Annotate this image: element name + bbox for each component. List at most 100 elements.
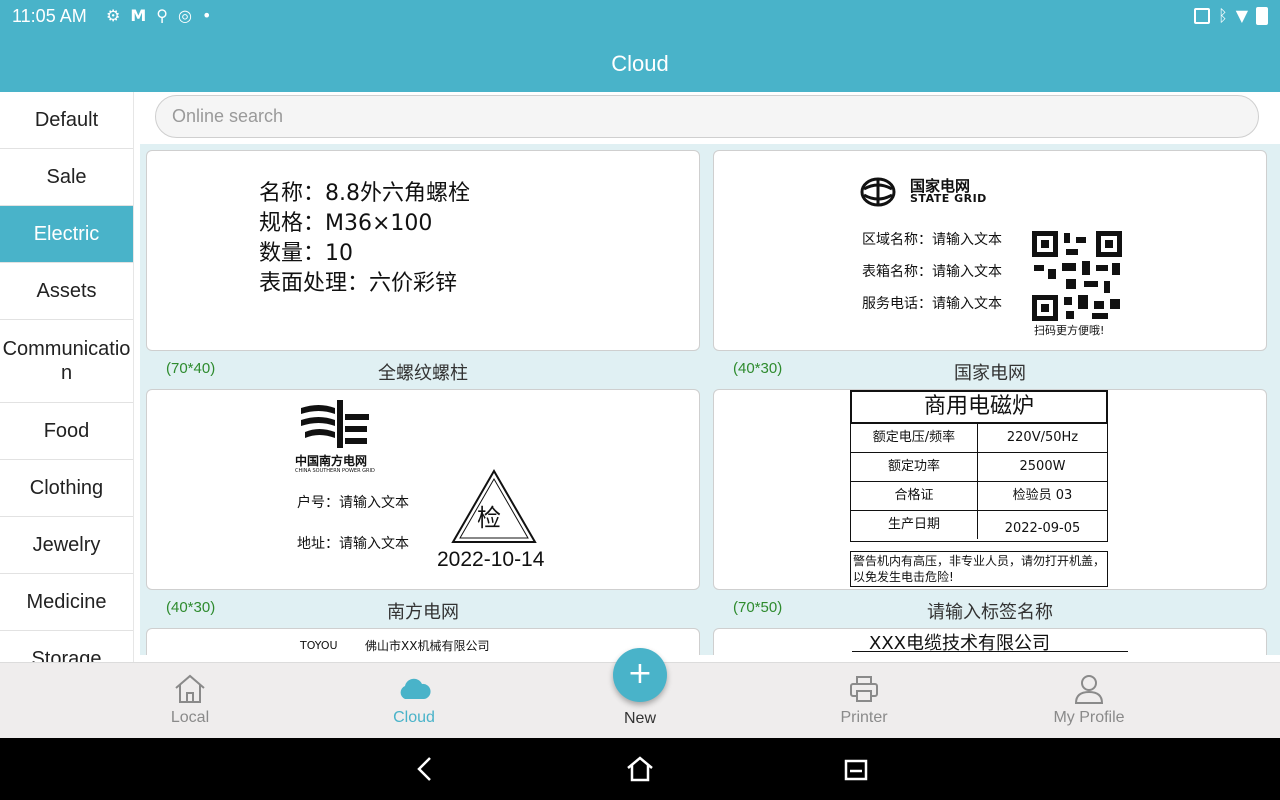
status-bar: 11:05 AM ⚙ M ⚲ ◎ • ᛒ ▼	[0, 0, 1280, 36]
spec-value: 220V/50Hz	[1006, 430, 1079, 445]
new-button[interactable]: +	[613, 648, 667, 702]
label-line: 数量：10	[259, 241, 353, 266]
qr-caption: 扫码更方便哦!	[1034, 324, 1105, 337]
inspection-mark: 检	[477, 504, 501, 532]
template-card-bolt[interactable]: 名称：8.8外六角螺栓 规格：M36×100 数量：10 表面处理：六价彩锌	[146, 150, 700, 351]
spec-row: 生产日期 2022-09-05	[850, 511, 1108, 542]
label-field: 表箱名称：请输入文本	[862, 264, 1002, 280]
spec-key: 额定功率	[851, 453, 978, 481]
settings-icon: ⚙	[106, 6, 121, 25]
tab-label: Cloud	[393, 709, 435, 726]
back-icon[interactable]	[410, 754, 440, 784]
label-line: 规格：M36×100	[259, 211, 433, 236]
label-warning: 警告机内有高压，非专业人员，请勿打开机盖，以免发生电击危险!	[850, 551, 1108, 587]
plus-icon: +	[627, 656, 653, 691]
template-caption: (70*40) 全螺纹螺柱	[146, 352, 700, 388]
spec-row: 额定电压/频率 220V/50Hz	[850, 424, 1108, 453]
label-title: 商用电磁炉	[850, 390, 1108, 424]
spec-key: 额定电压/频率	[851, 424, 978, 452]
sidebar-item-communication[interactable]: Communication	[0, 320, 133, 403]
label-field: 地址：请输入文本	[297, 536, 409, 552]
app-bar: Cloud	[0, 36, 1280, 92]
gmail-icon: M	[130, 6, 147, 25]
label-preview: 名称：8.8外六角螺栓 规格：M36×100 数量：10 表面处理：六价彩锌	[247, 151, 599, 350]
spec-value: 2500W	[1019, 459, 1066, 474]
search-input[interactable]	[156, 96, 1258, 137]
tab-local[interactable]: Local	[120, 663, 260, 739]
recents-icon[interactable]	[841, 754, 871, 784]
label-date: 2022-10-14	[437, 548, 545, 571]
label-brand: TOYOU	[300, 639, 338, 652]
sync-icon: ◎	[177, 6, 192, 25]
printer-icon	[850, 676, 878, 702]
template-name: 全螺纹螺柱	[378, 363, 468, 383]
sidebar-item-medicine[interactable]: Medicine	[0, 574, 133, 631]
template-card-machinery[interactable]: TOYOU 佛山市XX机械有限公司	[146, 628, 700, 655]
sidebar-item-jewelry[interactable]: Jewelry	[0, 517, 133, 574]
new-label: New	[623, 710, 656, 727]
tab-label: My Profile	[1053, 709, 1125, 726]
spec-key: 生产日期	[851, 511, 978, 539]
label-line: 表面处理：六价彩锌	[259, 271, 458, 296]
label-field: 户号：请输入文本	[297, 495, 409, 511]
sidebar-item-assets[interactable]: Assets	[0, 263, 133, 320]
spec-row: 合格证 检验员 03	[850, 482, 1108, 511]
template-name: 国家电网	[954, 363, 1026, 383]
status-icons-right: ᛒ ▼	[1194, 6, 1268, 25]
template-card-state-grid[interactable]: 国家电网 STATE GRID 区域名称：请输入文本 表箱名称：请输入文本 服务…	[713, 150, 1267, 351]
category-sidebar: Default Sale Electric Assets Communicati…	[0, 92, 134, 662]
wifi-icon: ▼	[1235, 6, 1248, 25]
sidebar-item-sale[interactable]: Sale	[0, 149, 133, 206]
qr-code-icon	[1032, 231, 1122, 321]
status-icons-left: ⚙ M ⚲ ◎ •	[106, 6, 211, 25]
battery-icon	[1256, 6, 1268, 25]
label-company: 佛山市XX机械有限公司	[365, 639, 490, 653]
template-caption: (70*50) 请输入标签名称	[713, 591, 1267, 627]
sidebar-item-label: Communication	[2, 338, 131, 384]
dot-icon: •	[201, 6, 212, 25]
sidebar-item-default[interactable]: Default	[0, 92, 133, 149]
spec-value: 检验员 03	[1012, 488, 1073, 503]
tab-printer[interactable]: Printer	[794, 663, 934, 739]
template-card-southern-grid[interactable]: 中国南方电网 CHINA SOUTHERN POWER GRID 户号：请输入文…	[146, 389, 700, 590]
template-name: 请输入标签名称	[927, 602, 1053, 622]
sidebar-item-storage[interactable]: Storage	[0, 631, 133, 662]
template-card-cable[interactable]: XXX电缆技术有限公司	[713, 628, 1267, 655]
spec-key: 合格证	[851, 482, 978, 510]
tab-my-profile[interactable]: My Profile	[1019, 663, 1159, 739]
logo-text-en: CHINA SOUTHERN POWER GRID	[295, 468, 375, 474]
sidebar-item-electric[interactable]: Electric	[0, 206, 133, 263]
home-nav-icon[interactable]	[625, 754, 655, 784]
state-grid-logo-icon	[860, 177, 896, 207]
spec-row: 额定功率 2500W	[850, 453, 1108, 482]
keyhole-icon: ⚲	[156, 6, 168, 25]
system-nav-bar	[0, 738, 1280, 800]
sidebar-item-food[interactable]: Food	[0, 403, 133, 460]
southern-grid-logo-icon	[301, 400, 369, 448]
label-field: 区域名称：请输入文本	[862, 232, 1002, 248]
cloud-icon	[400, 678, 431, 699]
person-icon	[1074, 675, 1104, 704]
page-title: Cloud	[611, 51, 669, 76]
label-table-border	[852, 651, 1128, 652]
template-caption: (40*30) 南方电网	[146, 591, 700, 627]
status-time: 11:05 AM	[12, 6, 87, 26]
bluetooth-icon: ᛒ	[1218, 6, 1228, 25]
sidebar-item-clothing[interactable]: Clothing	[0, 460, 133, 517]
tab-cloud[interactable]: Cloud	[344, 663, 484, 739]
label-text: 名称：8.8外六角螺栓 规格：M36×100 数量：10 表面处理：六价彩锌	[259, 179, 470, 299]
cast-icon	[1194, 7, 1211, 24]
search-box[interactable]	[155, 95, 1259, 138]
tab-label: Local	[170, 709, 210, 726]
template-name: 南方电网	[387, 602, 459, 622]
label-line: 名称：8.8外六角螺栓	[259, 181, 470, 206]
tab-label: Printer	[840, 709, 888, 726]
logo-text-en: STATE GRID	[910, 192, 987, 205]
template-grid: 名称：8.8外六角螺栓 规格：M36×100 数量：10 表面处理：六价彩锌 (…	[140, 92, 1280, 655]
logo-text: 中国南方电网	[295, 454, 368, 468]
label-field: 服务电话：请输入文本	[862, 296, 1002, 312]
home-icon	[175, 674, 205, 703]
template-caption: (40*30) 国家电网	[713, 352, 1267, 388]
spec-value: 2022-09-05	[1004, 521, 1081, 536]
template-card-induction-cooker[interactable]: 商用电磁炉 额定电压/频率 220V/50Hz 额定功率 2500W 合格证 检…	[713, 389, 1267, 590]
